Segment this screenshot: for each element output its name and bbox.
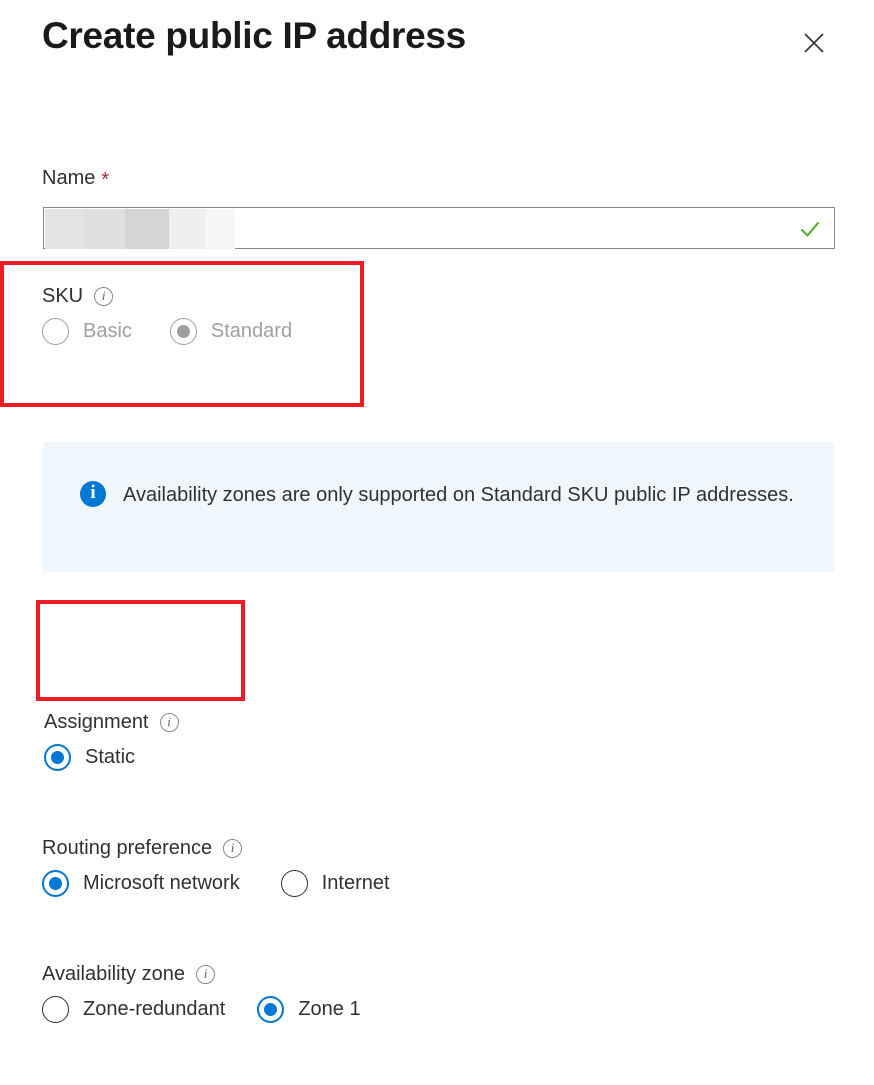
assignment-label: Assignment i [44, 710, 179, 734]
sku-group: SKU i Basic Standard [42, 284, 292, 345]
zone-option-zone-redundant-label: Zone-redundant [83, 998, 226, 1020]
sku-option-basic-label: Basic [83, 320, 132, 342]
info-icon[interactable]: i [223, 838, 243, 858]
required-marker: * [101, 169, 110, 191]
redacted-value-overlay [45, 209, 235, 249]
routing-preference-group: Routing preference i Microsoft network I… [42, 836, 390, 897]
radio-icon [42, 318, 69, 345]
sku-label: SKU i [42, 284, 292, 308]
assignment-option-static[interactable]: Static [44, 744, 135, 771]
radio-selected-icon [44, 744, 71, 771]
radio-selected-icon [169, 318, 197, 345]
close-button[interactable] [797, 26, 831, 60]
radio-selected-icon [42, 870, 69, 897]
availability-zone-label: Availability zone i [42, 962, 361, 986]
assignment-group: Assignment i Static [44, 710, 179, 771]
routing-preference-label-text: Routing preference [42, 837, 213, 859]
zone-option-zone-1[interactable]: Zone 1 [257, 996, 361, 1023]
annotation-box-assignment [36, 600, 245, 701]
panel-header: Create public IP address [0, 0, 874, 92]
name-input[interactable] [43, 207, 835, 249]
info-banner-text: Availability zones are only supported on… [123, 484, 794, 506]
routing-option-internet[interactable]: Internet [280, 870, 390, 897]
routing-option-internet-label: Internet [321, 872, 390, 894]
assignment-label-text: Assignment [44, 711, 149, 733]
availability-zone-group: Availability zone i Zone-redundant Zone … [42, 962, 361, 1023]
name-label-text: Name [42, 167, 96, 189]
availability-zone-label-text: Availability zone [42, 963, 186, 985]
assignment-radio-group: Static [44, 744, 179, 771]
routing-preference-radio-group: Microsoft network Internet [42, 870, 390, 897]
radio-selected-icon [257, 996, 285, 1023]
zone-option-zone-redundant[interactable]: Zone-redundant [42, 996, 225, 1023]
sku-option-basic: Basic [42, 318, 132, 345]
assignment-option-static-label: Static [85, 746, 136, 768]
radio-icon [280, 870, 308, 897]
availability-zone-radio-group: Zone-redundant Zone 1 [42, 996, 361, 1023]
sku-radio-group: Basic Standard [42, 318, 292, 345]
sku-option-standard: Standard [169, 318, 293, 345]
info-icon[interactable]: i [196, 964, 216, 984]
sku-label-text: SKU [42, 285, 84, 307]
name-label: Name * [42, 166, 109, 190]
sku-option-standard-label: Standard [210, 320, 293, 342]
info-icon[interactable]: i [159, 712, 179, 732]
routing-option-microsoft-network-label: Microsoft network [83, 872, 240, 894]
info-banner: i Availability zones are only supported … [43, 442, 834, 572]
routing-preference-label: Routing preference i [42, 836, 390, 860]
close-icon [804, 33, 824, 53]
info-icon[interactable]: i [94, 286, 114, 306]
radio-icon [42, 996, 69, 1023]
checkmark-icon [801, 222, 819, 237]
info-filled-icon: i [80, 481, 106, 507]
page-title: Create public IP address [42, 15, 466, 56]
routing-option-microsoft-network[interactable]: Microsoft network [42, 870, 240, 897]
zone-option-zone-1-label: Zone 1 [298, 998, 361, 1020]
